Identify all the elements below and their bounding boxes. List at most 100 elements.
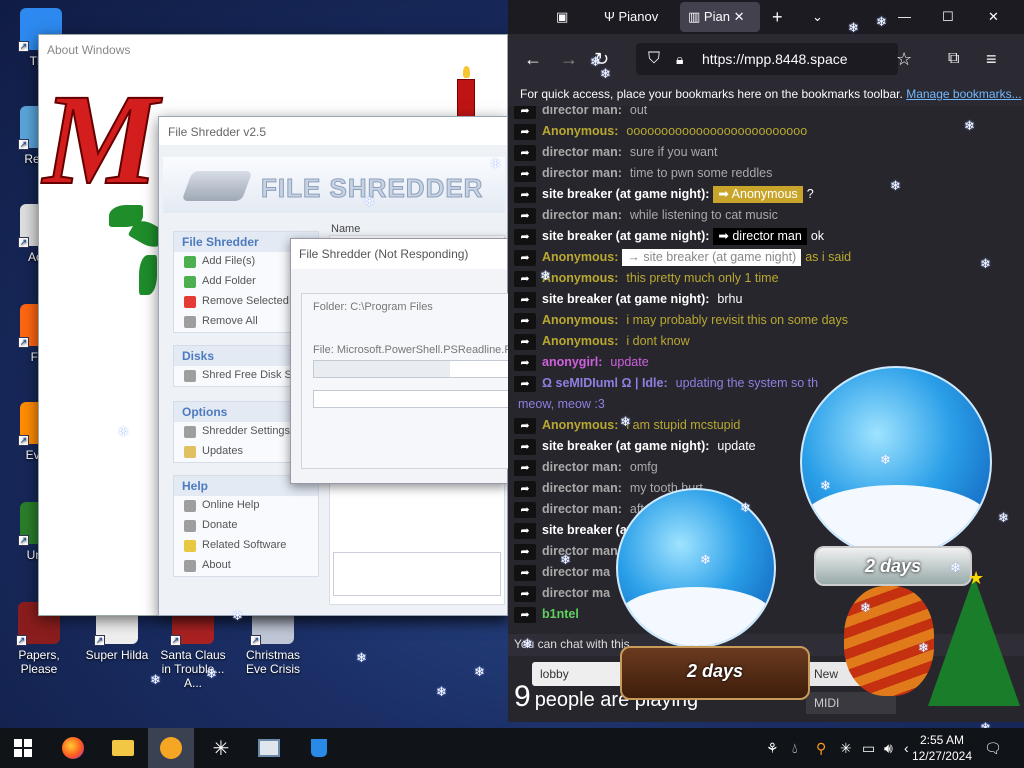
reply-arrow-icon[interactable]: ➦: [514, 585, 536, 602]
panel-item[interactable]: About: [174, 556, 318, 576]
reply-arrow-icon[interactable]: ➦: [514, 375, 536, 392]
reply-arrow-icon[interactable]: ➦: [514, 207, 536, 224]
chat-author[interactable]: Ω seMIDIuml Ω | Idle:: [542, 376, 668, 390]
tab-list-icon[interactable]: ▣: [556, 0, 568, 34]
reply-arrow-icon[interactable]: ➦: [514, 165, 536, 182]
start-button[interactable]: [0, 728, 46, 768]
reply-arrow-icon[interactable]: ➦: [514, 354, 536, 371]
reply-arrow-icon[interactable]: ➦: [514, 501, 536, 518]
chat-author[interactable]: director man:: [542, 166, 622, 180]
maximize-button[interactable]: ☐: [942, 0, 954, 34]
chat-author[interactable]: director man: [542, 544, 618, 558]
chat-author[interactable]: Anonymous:: [542, 334, 618, 348]
file-explorer-icon[interactable]: [100, 728, 146, 768]
tab-overflow-chevron-icon[interactable]: ⌄: [812, 0, 823, 34]
reload-icon[interactable]: ↻: [594, 34, 609, 84]
panel-item[interactable]: Online Help: [174, 496, 318, 516]
shredder-logo: FILE SHREDDER: [260, 173, 484, 204]
tray-chevron-icon[interactable]: ‹: [904, 728, 909, 768]
chat-author[interactable]: director man:: [542, 481, 622, 495]
shortcut-arrow-icon: ↗: [18, 139, 29, 150]
shredder-title: File Shredder v2.5: [159, 117, 507, 145]
notifications-icon[interactable]: 🗨︎: [984, 728, 1002, 768]
bucket-app-icon[interactable]: [296, 728, 342, 768]
chat-author[interactable]: director man:: [542, 502, 622, 516]
reply-arrow-icon[interactable]: ➦: [514, 438, 536, 455]
back-arrow-icon[interactable]: ←: [524, 34, 542, 84]
chat-author[interactable]: director ma: [542, 565, 610, 579]
tab-pianov[interactable]: Ψ Pianov: [596, 2, 666, 32]
close-button[interactable]: ✕: [988, 0, 999, 34]
shield-icon[interactable]: ⛉: [648, 34, 660, 84]
tab-close-icon[interactable]: ✕: [734, 9, 745, 24]
tray-snowflake-icon[interactable]: ✳: [840, 728, 852, 768]
reply-arrow-icon[interactable]: ➦: [514, 291, 536, 308]
reply-arrow-icon[interactable]: ➦: [514, 543, 536, 560]
manage-bookmarks-link[interactable]: Manage bookmarks...: [906, 87, 1021, 101]
chat-author[interactable]: Anonymous:: [542, 250, 618, 264]
snowflake-icon: ❄: [436, 684, 447, 699]
chat-author[interactable]: site breaker (at game night):: [542, 229, 709, 243]
lock-icon[interactable]: 🔒︎: [676, 34, 683, 84]
tray-people-icon[interactable]: ⚘: [766, 728, 779, 768]
forward-arrow-icon[interactable]: →: [560, 34, 578, 84]
minimize-button[interactable]: —: [898, 0, 911, 34]
reply-arrow-icon[interactable]: ➦: [514, 106, 536, 119]
chat-author[interactable]: site breaker (at game night):: [542, 439, 709, 453]
chat-author[interactable]: anonygirl:: [542, 355, 602, 369]
extensions-icon[interactable]: ⧉: [948, 34, 959, 84]
reply-arrow-icon[interactable]: ➦: [514, 480, 536, 497]
chat-message: meow, meow :3: [514, 394, 605, 415]
chat-author[interactable]: Anonymous:: [542, 418, 618, 432]
chat-message: ➦ Anonymous: → site breaker (at game night…: [514, 247, 851, 268]
firefox-taskbar-icon[interactable]: [50, 728, 96, 768]
reply-arrow-icon[interactable]: ➦: [514, 606, 536, 623]
reply-arrow-icon[interactable]: ➦: [514, 312, 536, 329]
panel-item[interactable]: Donate: [174, 516, 318, 536]
reply-arrow-icon[interactable]: ➦: [514, 459, 536, 476]
reply-arrow-icon[interactable]: ➦: [514, 417, 536, 434]
chat-author[interactable]: Anonymous:: [542, 271, 618, 285]
tray-network-icon[interactable]: ▭: [862, 728, 875, 768]
chat-author[interactable]: site breaker (at: [542, 523, 631, 537]
app-window-icon[interactable]: [246, 728, 292, 768]
chat-author[interactable]: director man:: [542, 208, 622, 222]
reply-arrow-icon[interactable]: ➦: [514, 270, 536, 287]
file-shredder-taskbar-icon[interactable]: [148, 728, 194, 768]
tab-pian-active[interactable]: ▥ Pian ✕: [680, 2, 760, 32]
reply-arrow-icon[interactable]: ➦: [514, 228, 536, 245]
panel-item[interactable]: Related Software: [174, 536, 318, 556]
reply-arrow-icon[interactable]: ➦: [514, 186, 536, 203]
bookmark-star-icon[interactable]: ☆: [896, 34, 912, 84]
shortcut-arrow-icon: ↗: [94, 635, 105, 646]
chat-author[interactable]: director man:: [542, 460, 622, 474]
reply-target-tag[interactable]: → site breaker (at game night): [622, 249, 802, 266]
clock[interactable]: 2:55 AM 12/27/2024: [912, 732, 972, 764]
tray-drop-icon[interactable]: 💧︎: [792, 728, 798, 768]
reply-arrow-icon[interactable]: ➦: [514, 564, 536, 581]
chat-author[interactable]: b1ntel: [542, 607, 579, 621]
snowflake-app-icon[interactable]: ✳: [198, 728, 244, 768]
tray-search-icon[interactable]: ⚲: [816, 728, 826, 768]
tray-volume-icon[interactable]: 🔊︎: [884, 728, 893, 768]
chat-author[interactable]: site breaker (at game night):: [542, 187, 709, 201]
name-column-header[interactable]: Name: [331, 223, 360, 235]
panel-item-label: Online Help: [202, 499, 260, 511]
reply-arrow-icon[interactable]: ➦: [514, 333, 536, 350]
reply-target-tag[interactable]: ➡ Anonymous: [713, 186, 803, 203]
chat-author[interactable]: site breaker (at game night):: [542, 292, 709, 306]
chat-author[interactable]: director man:: [542, 106, 622, 117]
chat-author[interactable]: director ma: [542, 586, 610, 600]
reply-arrow-icon[interactable]: ➦: [514, 144, 536, 161]
chat-author[interactable]: Anonymous:: [542, 313, 618, 327]
chat-author[interactable]: director man:: [542, 145, 622, 159]
reply-arrow-icon[interactable]: ➦: [514, 522, 536, 539]
new-tab-button[interactable]: +: [772, 0, 783, 34]
reply-arrow-icon[interactable]: ➦: [514, 123, 536, 140]
reply-arrow-icon[interactable]: ➦: [514, 249, 536, 266]
chat-text: i am stupid mcstupid: [626, 418, 741, 432]
chat-author[interactable]: Anonymous:: [542, 124, 618, 138]
menu-hamburger-icon[interactable]: ≡: [986, 34, 997, 84]
chat-message: ➦ director man: time to pwn some reddles: [514, 163, 772, 184]
reply-target-tag[interactable]: ➡ director man: [713, 228, 807, 245]
